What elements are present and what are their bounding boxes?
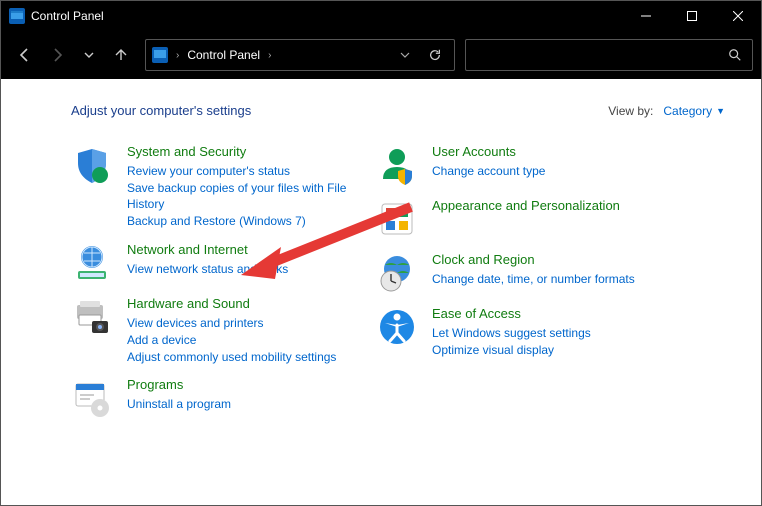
content-header: Adjust your computer's settings View by:… [71,103,725,118]
refresh-button[interactable] [422,48,448,62]
category-programs: Programs Uninstall a program [71,375,376,421]
address-bar[interactable]: › Control Panel › [145,39,455,71]
minimize-button[interactable] [623,1,669,31]
category-hardware-sound: Hardware and Sound View devices and prin… [71,294,376,367]
category-title[interactable]: Hardware and Sound [127,296,376,313]
clock-globe-icon [376,252,418,294]
category-link[interactable]: Uninstall a program [127,396,376,413]
category-clock-region: Clock and Region Change date, time, or n… [376,250,676,296]
breadcrumb-chevron-icon[interactable]: › [174,50,181,61]
category-link[interactable]: Optimize visual display [432,342,676,359]
category-link[interactable]: Adjust commonly used mobility settings [127,349,376,366]
category-title[interactable]: Clock and Region [432,252,676,269]
shield-icon [71,144,113,186]
category-link[interactable]: View devices and printers [127,315,376,332]
maximize-button[interactable] [669,1,715,31]
category-network-internet: Network and Internet View network status… [71,240,376,286]
category-ease-of-access: Ease of Access Let Windows suggest setti… [376,304,676,360]
category-title[interactable]: Ease of Access [432,306,676,323]
category-link[interactable]: View network status and tasks [127,261,376,278]
accessibility-icon [376,306,418,348]
chevron-down-icon: ▼ [716,106,725,116]
category-title[interactable]: System and Security [127,144,376,161]
appearance-tiles-icon [376,198,418,240]
control-panel-app-icon [9,8,25,24]
titlebar: Control Panel [1,1,761,31]
category-title[interactable]: User Accounts [432,144,676,161]
category-link[interactable]: Save backup copies of your files with Fi… [127,180,376,214]
breadcrumb-chevron-icon[interactable]: › [266,50,273,61]
programs-disc-icon [71,377,113,419]
category-title[interactable]: Network and Internet [127,242,376,259]
navbar: › Control Panel › [1,31,761,79]
category-link[interactable]: Add a device [127,332,376,349]
address-dropdown-button[interactable] [394,50,416,60]
back-button[interactable] [9,39,41,71]
category-link[interactable]: Backup and Restore (Windows 7) [127,213,376,230]
content-area: Adjust your computer's settings View by:… [1,79,761,505]
window-title: Control Panel [31,9,104,23]
category-title[interactable]: Programs [127,377,376,394]
category-user-accounts: User Accounts Change account type [376,142,676,188]
viewby-container: View by: Category ▼ [608,104,725,118]
user-accounts-icon [376,144,418,186]
category-link[interactable]: Change account type [432,163,676,180]
printer-camera-icon [71,296,113,338]
breadcrumb-root[interactable]: Control Panel [187,48,260,62]
categories-grid: System and Security Review your computer… [71,142,725,429]
recent-locations-button[interactable] [73,39,105,71]
globe-network-icon [71,242,113,284]
category-link[interactable]: Review your computer's status [127,163,376,180]
forward-button[interactable] [41,39,73,71]
category-link[interactable]: Let Windows suggest settings [432,325,676,342]
control-panel-window: Control Panel [0,0,762,506]
category-link[interactable]: Change date, time, or number formats [432,271,676,288]
up-button[interactable] [105,39,137,71]
category-title[interactable]: Appearance and Personalization [432,198,676,215]
search-box[interactable] [465,39,753,71]
category-appearance: Appearance and Personalization [376,196,676,242]
viewby-dropdown[interactable]: Category ▼ [663,104,725,118]
viewby-label: View by: [608,104,653,118]
page-title: Adjust your computer's settings [71,103,251,118]
control-panel-path-icon [152,47,168,63]
search-icon [728,48,742,62]
search-input[interactable] [476,47,728,63]
category-system-security: System and Security Review your computer… [71,142,376,232]
close-button[interactable] [715,1,761,31]
viewby-value: Category [663,104,712,118]
